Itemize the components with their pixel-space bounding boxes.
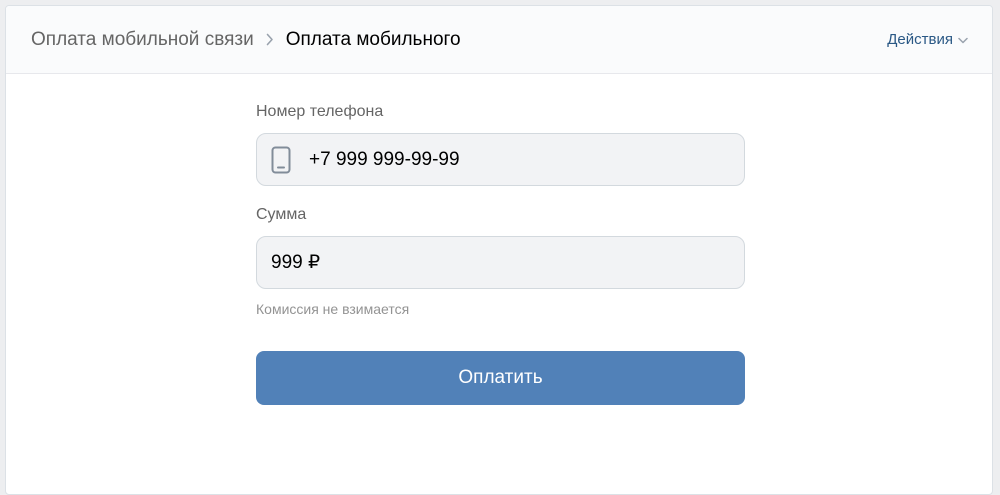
phone-label: Номер телефона [256, 103, 384, 120]
breadcrumb-current: Оплата мобильного [285, 28, 461, 50]
payment-card: Оплата мобильной связи Оплата мобильного… [5, 5, 993, 495]
pay-button-label: Оплатить [458, 367, 543, 388]
amount-input[interactable]: 999 ₽ [256, 236, 745, 289]
actions-dropdown[interactable]: Действия [887, 31, 968, 48]
page-header: Оплата мобильной связи Оплата мобильного… [6, 6, 992, 74]
breadcrumb: Оплата мобильной связи Оплата мобильного [31, 29, 887, 51]
phone-input[interactable]: +7 999 999-99-99 [256, 133, 745, 186]
payment-form: Номер телефона +7 999 999-99-99 Сумма 99… [256, 102, 745, 405]
chevron-right-icon [266, 33, 274, 46]
phone-icon [271, 146, 291, 174]
chevron-down-icon [958, 37, 968, 44]
amount-value: 999 ₽ [271, 252, 321, 273]
commission-hint: Комиссия не взимается [256, 301, 410, 317]
amount-label: Сумма [256, 206, 307, 223]
phone-value: +7 999 999-99-99 [309, 148, 460, 170]
breadcrumb-parent-link[interactable]: Оплата мобильной связи [31, 29, 254, 51]
actions-label: Действия [887, 31, 953, 48]
pay-button[interactable]: Оплатить [256, 351, 745, 405]
